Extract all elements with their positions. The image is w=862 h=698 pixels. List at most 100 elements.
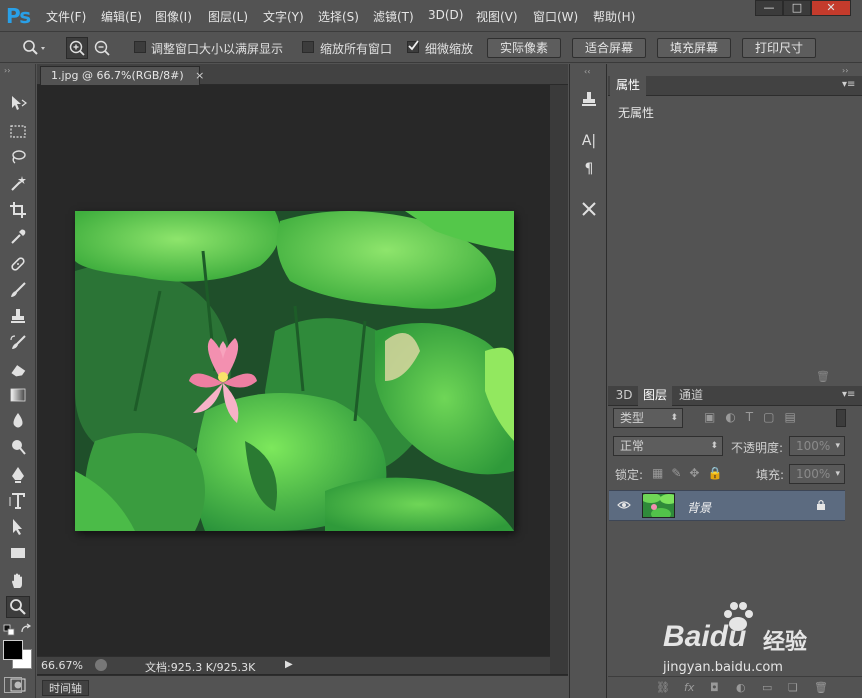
zoom-in-icon[interactable] <box>66 37 88 59</box>
menu-image[interactable]: 图像(I) <box>155 8 192 25</box>
crop-tool-icon[interactable] <box>6 199 30 221</box>
menu-3d[interactable]: 3D(D) <box>428 8 463 22</box>
zoom-out-icon[interactable] <box>92 38 112 61</box>
no-properties-text: 无属性 <box>618 106 655 120</box>
properties-trash-icon[interactable]: 🗑 <box>816 370 830 383</box>
tab-3d[interactable]: 3D <box>612 386 636 406</box>
collapse-tools-icon[interactable]: ›› <box>4 66 10 75</box>
menu-view[interactable]: 视图(V) <box>476 8 518 25</box>
chevron-down-icon: ▾ <box>835 441 840 451</box>
menu-select[interactable]: 选择(S) <box>318 8 359 25</box>
fill-screen-button[interactable]: 填充屏幕 <box>657 38 731 58</box>
zoom-tool-preset-icon[interactable] <box>22 39 50 60</box>
fill-label: 填充: <box>756 468 785 482</box>
opacity-value: 100% <box>796 439 831 453</box>
layer-filter-icons[interactable]: ▣◐T▢▤ <box>704 410 814 426</box>
collapse-strip-icon[interactable]: ‹‹ <box>584 67 590 76</box>
minimize-button[interactable]: — <box>755 0 783 16</box>
blur-tool-icon[interactable] <box>6 410 30 432</box>
move-tool-icon[interactable] <box>6 92 30 114</box>
resize-windows-label: 调整窗口大小以满屏显示 <box>151 42 284 56</box>
type-tool-icon[interactable] <box>6 490 30 512</box>
history-brush-tool-icon[interactable] <box>6 332 30 354</box>
document-tab[interactable]: 1.jpg @ 66.7%(RGB/8#) × <box>40 66 204 85</box>
fill-input[interactable]: 100% ▾ <box>789 464 845 484</box>
menu-bar: Ps 文件(F) 编辑(E) 图像(I) 图层(L) 文字(Y) 选择(S) 滤… <box>0 0 862 32</box>
marquee-tool-icon[interactable] <box>6 120 30 142</box>
vertical-scrollbar[interactable] <box>550 85 568 674</box>
menu-layer[interactable]: 图层(L) <box>208 8 248 25</box>
properties-header: 属性 ▾≡ <box>608 76 862 96</box>
menu-filter[interactable]: 滤镜(T) <box>373 8 414 25</box>
tab-properties[interactable]: 属性 <box>610 76 646 96</box>
menu-file[interactable]: 文件(F) <box>46 8 86 25</box>
menu-help[interactable]: 帮助(H) <box>593 8 635 25</box>
layer-name[interactable]: 背景 <box>687 499 711 516</box>
menu-type[interactable]: 文字(Y) <box>263 8 304 25</box>
path-selection-tool-icon[interactable] <box>6 516 30 538</box>
swap-colors-icon[interactable] <box>20 623 32 638</box>
zoom-all-windows-label: 缩放所有窗口 <box>320 42 393 56</box>
magic-wand-tool-icon[interactable] <box>6 172 30 194</box>
print-size-button[interactable]: 打印尺寸 <box>742 38 816 58</box>
default-colors-icon[interactable] <box>3 624 15 639</box>
opacity-label: 不透明度: <box>731 441 784 455</box>
options-bar: 调整窗口大小以满屏显示 缩放所有窗口 细微缩放 实际像素 适合屏幕 填充屏幕 打… <box>0 33 862 63</box>
menu-edit[interactable]: 编辑(E) <box>101 8 142 25</box>
chevron-down-icon: ⬍ <box>710 441 718 451</box>
timeline-tab[interactable]: 时间轴 <box>42 680 89 696</box>
status-info-icon[interactable] <box>95 659 107 671</box>
filter-toggle[interactable] <box>836 409 846 427</box>
clone-stamp-tool-icon[interactable] <box>6 305 30 327</box>
eyedropper-tool-icon[interactable] <box>6 226 30 248</box>
brush-tool-icon[interactable] <box>6 279 30 301</box>
character-panel-icon[interactable]: A| <box>579 131 599 151</box>
dodge-tool-icon[interactable] <box>6 436 30 458</box>
tab-channels[interactable]: 通道 <box>674 386 708 406</box>
rectangle-tool-icon[interactable] <box>6 542 30 564</box>
timeline-icon[interactable] <box>4 677 22 693</box>
layer-row[interactable]: 背景 <box>609 490 845 521</box>
lock-options-icons[interactable]: ▦✎✥🔒 <box>652 466 730 480</box>
tools-presets-icon[interactable] <box>579 199 599 219</box>
opacity-input[interactable]: 100% ▾ <box>789 436 845 456</box>
layer-filter-value: 类型 <box>620 411 645 425</box>
image-canvas[interactable] <box>75 211 514 531</box>
properties-body: 无属性 🗑 <box>608 96 862 386</box>
zoom-level[interactable]: 66.67% <box>41 659 83 672</box>
actual-pixels-button[interactable]: 实际像素 <box>487 38 561 58</box>
maximize-button[interactable]: □ <box>783 0 811 16</box>
menu-window[interactable]: 窗口(W) <box>533 8 578 25</box>
healing-brush-tool-icon[interactable] <box>6 253 30 275</box>
eraser-tool-icon[interactable] <box>6 358 30 380</box>
layers-menu-icon[interactable]: ▾≡ <box>842 389 855 400</box>
paragraph-panel-icon[interactable]: ¶ <box>579 159 599 179</box>
scrubby-zoom-checkbox[interactable] <box>407 40 419 53</box>
timeline-panel: 时间轴 <box>37 675 568 698</box>
gradient-tool-icon[interactable] <box>6 384 30 406</box>
history-panel-icon[interactable] <box>579 89 599 109</box>
zoom-tool-icon[interactable] <box>6 596 30 618</box>
watermark-url: jingyan.baidu.com <box>663 660 783 675</box>
document-size-info: 文档:925.3 K/925.3K <box>145 661 256 674</box>
lasso-tool-icon[interactable] <box>6 146 30 168</box>
watermark-brand: Baidu <box>663 620 747 653</box>
close-tab-icon[interactable]: × <box>195 69 204 82</box>
document-tab-title: 1.jpg @ 66.7%(RGB/8#) <box>51 69 184 82</box>
hand-tool-icon[interactable] <box>6 570 30 592</box>
resize-windows-checkbox[interactable] <box>134 41 146 53</box>
close-window-button[interactable]: ✕ <box>811 0 851 16</box>
eye-icon[interactable] <box>617 499 631 514</box>
collapse-right-icon[interactable]: ›› <box>842 66 848 75</box>
scrubby-zoom-label: 细微缩放 <box>425 42 474 56</box>
blend-mode-dropdown[interactable]: 正常 ⬍ <box>613 436 723 456</box>
zoom-all-windows-checkbox[interactable] <box>302 41 314 53</box>
foreground-color-swatch[interactable] <box>3 640 23 660</box>
layer-lock-icon <box>816 499 826 514</box>
pen-tool-icon[interactable] <box>6 464 30 486</box>
tab-layers[interactable]: 图层 <box>638 386 672 406</box>
properties-menu-icon[interactable]: ▾≡ <box>842 79 855 90</box>
layer-filter-dropdown[interactable]: 类型 ⬍ <box>613 408 683 428</box>
status-menu-arrow-icon[interactable]: ▶ <box>285 659 293 670</box>
fit-screen-button[interactable]: 适合屏幕 <box>572 38 646 58</box>
